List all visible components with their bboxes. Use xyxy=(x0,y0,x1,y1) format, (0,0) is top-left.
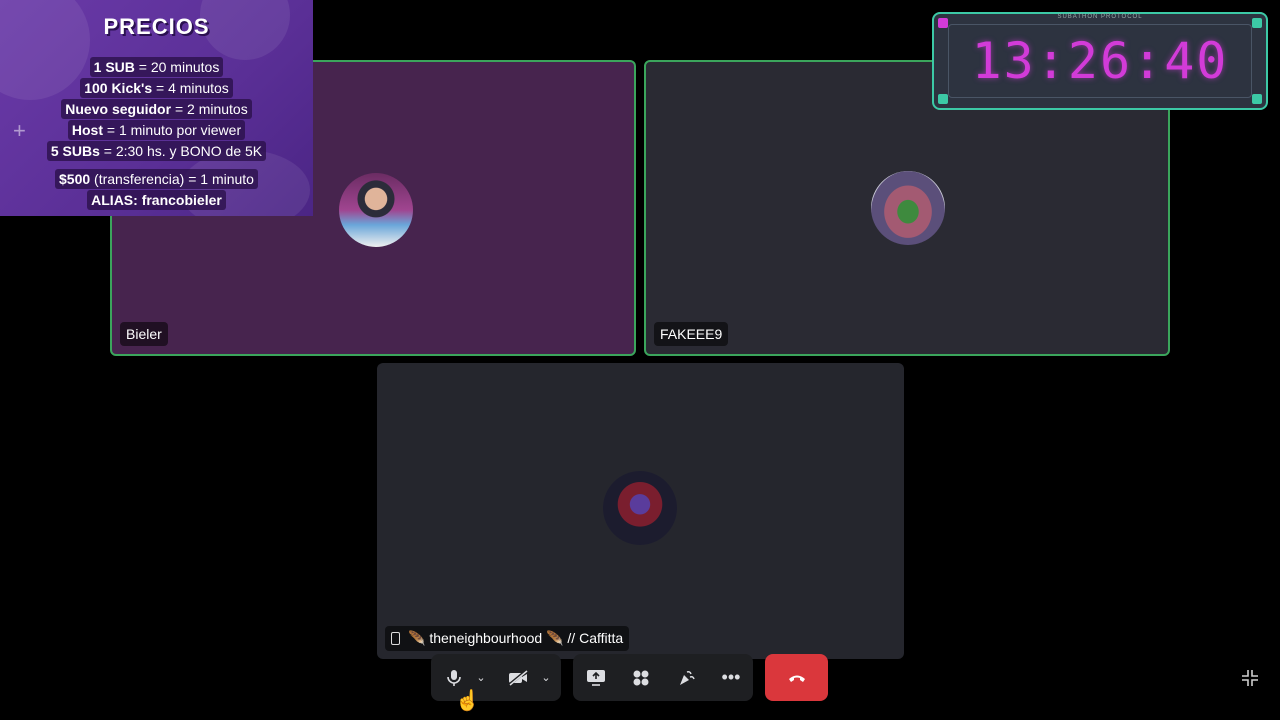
minimize-icon xyxy=(1242,670,1258,686)
skull-icon xyxy=(938,94,948,104)
corner-decoration-icon xyxy=(938,18,948,28)
participant-name-tag: FAKEEE9 xyxy=(654,322,729,346)
activity-controls: ••• xyxy=(573,654,753,701)
participant-name: 🪶 theneighbourhood 🪶 // Caffitta xyxy=(408,630,624,646)
timer-label: SUBATHON PROTOCOL xyxy=(1057,14,1143,20)
activities-icon xyxy=(633,670,649,685)
price-line: 1 SUB = 20 minutos xyxy=(0,57,313,77)
price-line: Host = 1 minuto por viewer xyxy=(0,120,313,140)
avatar xyxy=(339,173,413,247)
screen-share-button[interactable] xyxy=(581,654,611,701)
more-icon: ••• xyxy=(721,667,741,687)
participant-name-tag: 🪶 theneighbourhood 🪶 // Caffitta xyxy=(385,626,630,651)
mobile-phone-icon xyxy=(391,632,400,645)
prices-title: PRECIOS xyxy=(103,14,210,39)
participant-name: Bieler xyxy=(126,326,162,342)
soundboard-icon xyxy=(680,670,695,685)
participant-name: FAKEEE9 xyxy=(660,326,723,342)
price-line: Nuevo seguidor = 2 minutos xyxy=(0,99,313,119)
activities-button[interactable] xyxy=(626,654,656,701)
screen-share-icon xyxy=(587,669,605,686)
camera-button[interactable] xyxy=(503,654,533,701)
hand-pointer-cursor-icon: ☝ xyxy=(455,690,480,712)
audio-video-controls: ⌄ ⌄ xyxy=(431,654,561,701)
subathon-timer: SUBATHON PROTOCOL 13:26:40 xyxy=(932,12,1268,110)
price-line: ALIAS: francobieler xyxy=(0,190,313,210)
avatar xyxy=(603,471,677,545)
avatar xyxy=(871,171,945,245)
corner-decoration-icon xyxy=(1252,94,1262,104)
phone-hangup-icon xyxy=(788,675,805,682)
participant-name-tag: Bieler xyxy=(120,322,168,346)
camera-off-icon xyxy=(508,669,528,686)
price-line: 100 Kick's = 4 minutos xyxy=(0,78,313,98)
participant-tile-caffitta[interactable]: 🪶 theneighbourhood 🪶 // Caffitta xyxy=(377,363,904,659)
camera-options-button[interactable]: ⌄ xyxy=(536,654,556,701)
price-line: 5 SUBs = 2:30 hs. y BONO de 5K xyxy=(0,141,313,161)
microphone-icon xyxy=(447,669,461,686)
timer-value: 13:26:40 xyxy=(971,32,1229,90)
minimize-button[interactable] xyxy=(1240,668,1260,688)
prices-overlay: + PRECIOS 1 SUB = 20 minutos 100 Kick's … xyxy=(0,0,313,216)
chevron-down-icon: ⌄ xyxy=(541,672,551,684)
more-options-button[interactable]: ••• xyxy=(716,654,746,701)
price-line: $500 (transferencia) = 1 minuto xyxy=(0,169,313,189)
corner-decoration-icon xyxy=(1252,18,1262,28)
soundboard-button[interactable] xyxy=(671,654,701,701)
disconnect-button[interactable] xyxy=(765,654,828,701)
chevron-down-icon: ⌄ xyxy=(476,672,486,684)
